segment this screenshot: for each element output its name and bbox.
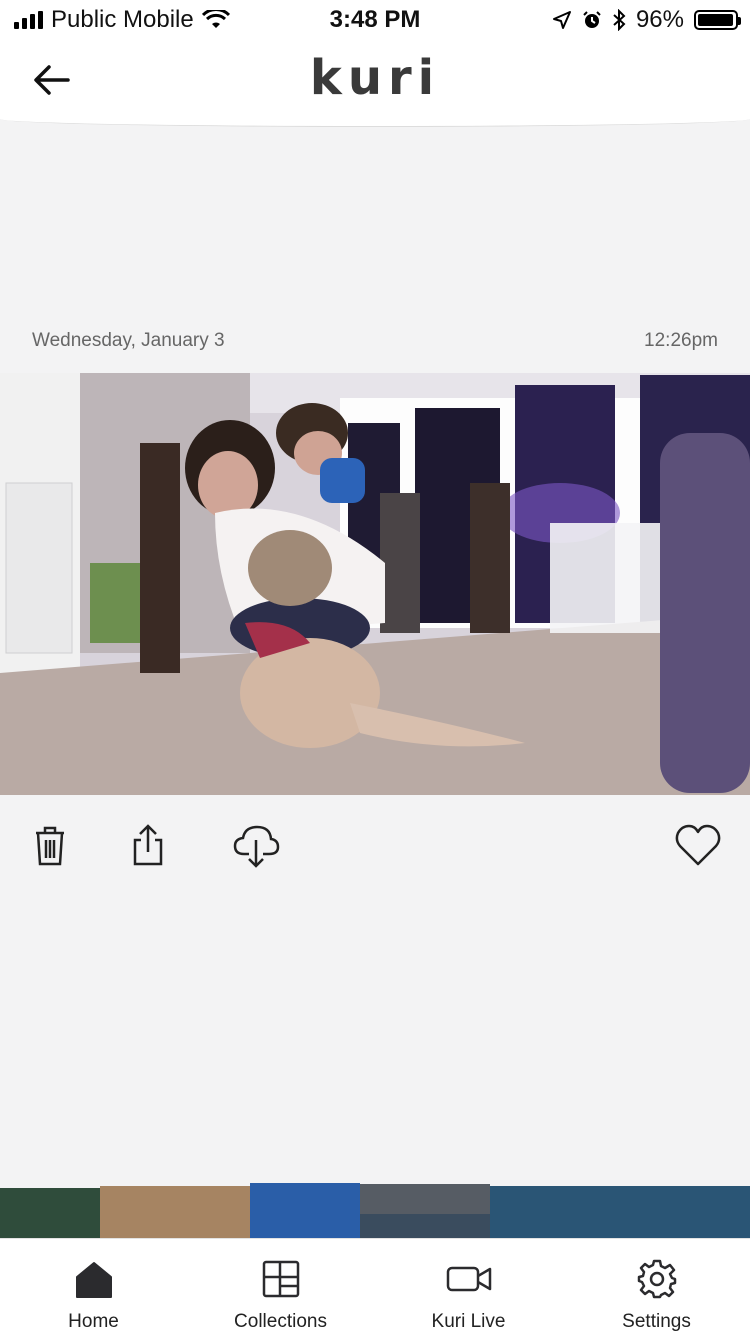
favorite-button[interactable] [674,822,722,870]
tab-home[interactable]: Home [0,1239,187,1335]
battery-icon [694,10,741,30]
trash-icon [36,826,64,866]
next-photo-preview[interactable] [0,1178,750,1238]
kuri-logo: kuri [309,50,441,106]
tab-settings[interactable]: Settings [563,1239,750,1335]
bluetooth-icon [613,9,626,31]
capture-time: 12:26pm [644,330,718,351]
tab-label: Collections [234,1311,327,1332]
tab-label: Kuri Live [431,1311,506,1332]
tab-kuri-live[interactable]: Kuri Live [375,1239,562,1335]
photo-scene [0,373,750,795]
captured-photo[interactable] [0,373,750,795]
cloud-download-icon [233,825,280,868]
app-header: kuri [0,40,750,127]
heart-icon [675,824,721,866]
home-icon [75,1262,112,1298]
share-button[interactable] [124,822,172,870]
download-button[interactable] [232,822,280,870]
video-camera-icon [446,1266,491,1292]
status-bar: Public Mobile 3:48 PM 96% [0,0,750,40]
delete-button[interactable] [26,822,74,870]
collections-icon [262,1260,299,1298]
tab-collections[interactable]: Collections [187,1239,374,1335]
capture-date: Wednesday, January 3 [32,330,225,351]
next-photo-thumbnail [0,1183,750,1238]
gear-icon [637,1259,676,1299]
share-icon [133,824,163,866]
battery-percent: 96% [635,6,684,33]
tab-label: Home [68,1311,119,1332]
capture-meta: Wednesday, January 3 12:26pm [32,330,718,352]
alarm-icon [583,11,601,28]
tab-label: Settings [622,1311,691,1332]
location-arrow-icon [552,11,571,29]
tab-bar: Home Collections Kuri Live Settings [0,1238,750,1335]
